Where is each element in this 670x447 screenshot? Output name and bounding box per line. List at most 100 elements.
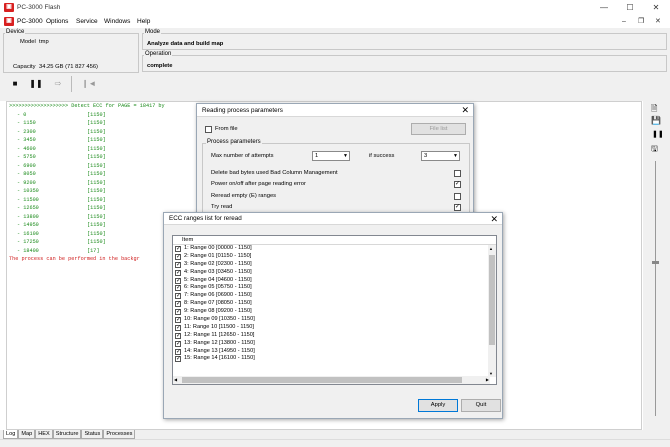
quit-button[interactable]: Quit [461, 399, 501, 412]
list-item-checkbox[interactable] [175, 269, 181, 276]
list-item-label: 9: Range 08 [09200 - 1150] [184, 308, 252, 315]
option-label: Delete bad bytes used Bad Column Managem… [211, 170, 338, 176]
mdi-minimize-icon[interactable]: – [622, 15, 626, 28]
if-success-select[interactable]: 3 ▼ [421, 151, 460, 161]
list-item[interactable]: 11: Range 10 [11500 - 1150] [173, 324, 496, 332]
list-item[interactable]: 1: Range 00 [00000 - 1150] [173, 245, 496, 253]
minimize-button[interactable]: — [593, 0, 615, 15]
log-value: [1150] [87, 120, 106, 126]
tab-processes[interactable]: Processes [103, 430, 136, 439]
list-item[interactable]: 13: Range 12 [13800 - 1150] [173, 340, 496, 348]
list-item-checkbox[interactable] [175, 332, 181, 339]
maximize-button[interactable]: ☐ [619, 0, 641, 15]
option-label: Reread empty (E) ranges [211, 193, 277, 199]
scroll-right-icon[interactable]: ▶ [486, 377, 489, 382]
option-label: Try read [211, 204, 233, 210]
tab-status[interactable]: Status [81, 430, 104, 439]
log-value: [1150] [87, 162, 106, 169]
if-success-value: 3 [424, 153, 428, 159]
log-offset: - 0 [17, 111, 27, 118]
list-item-checkbox[interactable] [175, 293, 181, 300]
list-item[interactable]: 8: Range 07 [08050 - 1150] [173, 300, 496, 308]
close-button[interactable]: ✕ [645, 0, 667, 15]
apply-button[interactable]: Apply [418, 399, 458, 412]
option-checkbox[interactable] [454, 181, 461, 188]
new-page-icon[interactable]: 🗎 [651, 103, 657, 117]
menu-app[interactable]: PC-3000 [17, 15, 43, 28]
mdi-restore-icon[interactable]: ❐ [638, 15, 644, 28]
file-list-button[interactable]: File list [411, 123, 466, 135]
save-icon[interactable]: 💾 [651, 116, 661, 125]
list-column-header[interactable]: Item [173, 236, 496, 245]
log-offset: - 11500 [17, 196, 39, 203]
tab-structure[interactable]: Structure [52, 430, 82, 439]
list-item[interactable]: 4: Range 03 [03450 - 1150] [173, 269, 496, 277]
list-item[interactable]: 6: Range 05 [05750 - 1150] [173, 284, 496, 292]
list-item[interactable]: 9: Range 08 [09200 - 1150] [173, 308, 496, 316]
list-item[interactable]: 5: Range 04 [04600 - 1150] [173, 277, 496, 285]
save-as-icon[interactable]: 🖫 [651, 143, 658, 157]
list-item-checkbox[interactable] [175, 285, 181, 292]
list-item[interactable]: 7: Range 06 [06900 - 1150] [173, 292, 496, 300]
list-vertical-scrollbar[interactable]: ▲ ▼ [488, 245, 496, 377]
tab-hex[interactable]: HEX [35, 430, 53, 439]
menu-help[interactable]: Help [137, 15, 150, 28]
menu-windows[interactable]: Windows [104, 15, 130, 28]
reading-params-close-icon[interactable]: ✕ [461, 104, 469, 117]
max-attempts-select[interactable]: 1 ▼ [312, 151, 350, 161]
list-item-checkbox[interactable] [175, 324, 181, 331]
list-item-checkbox[interactable] [175, 246, 181, 252]
list-item-checkbox[interactable] [175, 317, 181, 324]
stop-icon[interactable]: ■ [6, 76, 24, 92]
list-item[interactable]: 15: Range 14 [16100 - 1150] [173, 355, 496, 363]
export-icon[interactable]: ⇨ [49, 76, 67, 92]
option-checkbox[interactable] [454, 193, 461, 200]
list-item[interactable]: 3: Range 02 [02300 - 1150] [173, 261, 496, 269]
tab-log[interactable]: Log [3, 430, 19, 439]
scroll-thumb[interactable] [489, 255, 495, 345]
list-item[interactable]: 2: Range 01 [01150 - 1150] [173, 253, 496, 261]
log-offset: - 18400 [17, 247, 39, 254]
list-item-checkbox[interactable] [175, 277, 181, 284]
from-file-checkbox[interactable] [205, 126, 212, 133]
scroll-up-icon[interactable]: ▲ [489, 246, 493, 251]
process-params-title: Process parameters [206, 139, 262, 146]
app-menu-icon[interactable]: ▣ [4, 17, 14, 26]
menu-service[interactable]: Service [76, 15, 98, 28]
list-item[interactable]: 12: Range 11 [12650 - 1150] [173, 332, 496, 340]
list-horizontal-scrollbar[interactable]: ◀ ▶ [173, 376, 490, 384]
ecc-ranges-close-icon[interactable]: ✕ [490, 213, 498, 225]
log-offset: - 10350 [17, 188, 39, 194]
list-item-label: 7: Range 06 [06900 - 1150] [184, 292, 252, 299]
mdi-close-icon[interactable]: ✕ [655, 15, 661, 28]
max-attempts-value: 1 [315, 153, 319, 159]
list-item-checkbox[interactable] [175, 301, 181, 308]
menu-options[interactable]: Options [46, 15, 68, 28]
list-item-checkbox[interactable] [175, 356, 181, 363]
pause-icon[interactable]: ❚❚ [27, 76, 45, 92]
list-item-checkbox[interactable] [175, 261, 181, 268]
tab-map[interactable]: Map [18, 430, 36, 439]
list-item-checkbox[interactable] [175, 348, 181, 355]
log-offset: - 16100 [17, 230, 39, 237]
mode-value: Analyze data and build map [147, 41, 224, 47]
list-item-checkbox[interactable] [175, 340, 181, 347]
list-item[interactable]: 10: Range 09 [10350 - 1150] [173, 316, 496, 324]
list-item[interactable]: 14: Range 13 [14950 - 1150] [173, 348, 496, 356]
right-pause-icon[interactable]: ❚❚ [652, 130, 664, 138]
option-checkbox[interactable] [454, 170, 461, 177]
list-item-checkbox[interactable] [175, 253, 181, 260]
splitter-handle[interactable] [652, 261, 659, 264]
capacity-label: Capacity [13, 64, 36, 70]
vertical-splitter[interactable] [655, 161, 656, 416]
list-item-checkbox[interactable] [175, 309, 181, 316]
skip-icon[interactable]: ❙◄ [80, 76, 98, 92]
option-checkbox[interactable] [454, 204, 461, 211]
h-scroll-thumb[interactable] [182, 377, 462, 383]
scroll-left-icon[interactable]: ◀ [174, 377, 177, 382]
ecc-ranges-list[interactable]: Item 1: Range 00 [00000 - 1150]2: Range … [172, 235, 497, 385]
log-value: [1150] [87, 137, 106, 143]
bottom-tabs: Log Map HEX Structure Status Processes [0, 430, 670, 439]
if-success-label: if success [369, 153, 395, 159]
operation-group-title: Operation [144, 51, 173, 58]
